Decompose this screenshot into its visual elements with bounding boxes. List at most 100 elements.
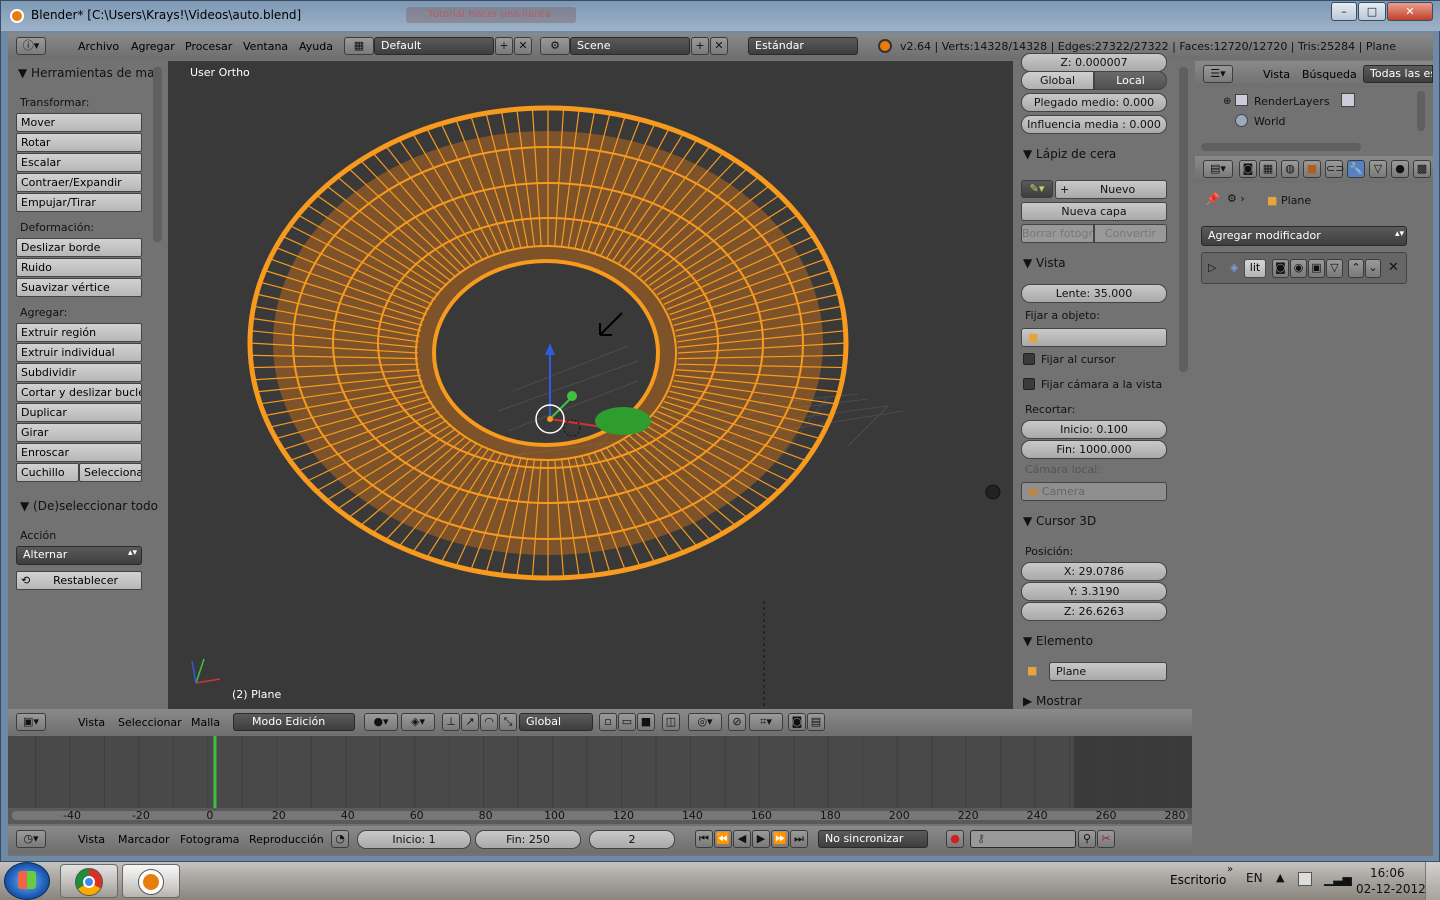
tab-constraints-icon[interactable]: ⊂⊃ [1325,160,1344,178]
timeline[interactable]: -40 -20 0 20 40 60 80 100 120 140 160 180 200 220 240 2… [8,736,1192,824]
tool-mover[interactable]: Mover [16,113,142,132]
tray-up-arrow-icon[interactable]: ▲ [1276,871,1284,884]
plegado-field[interactable]: Plegado medio: 0.000 [1021,93,1167,112]
menu-vista[interactable]: Vista [78,716,105,729]
elemento-name-field[interactable]: Plane [1049,662,1167,681]
menu-malla[interactable]: Malla [191,716,220,729]
cursor-x-field[interactable]: X: 29.0786 [1021,562,1167,581]
tab-texture-icon[interactable]: ▩ [1413,160,1431,178]
tool-escalar[interactable]: Escalar [16,153,142,172]
reset-button[interactable]: ⟲ Restablecer [16,571,142,590]
title-bar[interactable]: Blender* [C:\Users\Krays!\Videos\auto.bl… [1,1,1440,31]
tab-world-icon[interactable]: ◍ [1281,160,1299,178]
timeline-scrollbar[interactable] [12,811,1188,820]
sync-mode-select[interactable]: No sincronizar [818,830,928,848]
panel-cursor-header[interactable]: ▼ Cursor 3D [1023,514,1096,528]
modifier-render-toggle[interactable]: ◙ [1272,259,1289,278]
tab-modifiers-icon[interactable]: 🔧 [1347,160,1365,178]
clock-date[interactable]: 02-12-2012 [1356,882,1426,896]
panel-vista-header[interactable]: ▼ Vista [1023,256,1066,270]
panel-elemento-header[interactable]: ▼ Elemento [1023,634,1093,648]
desktop-label[interactable]: Escritorio [1170,873,1226,887]
fijar-objeto-field[interactable]: ■ [1021,328,1167,347]
scene-field[interactable]: Scene [570,37,690,55]
maximize-button[interactable]: □ [1358,2,1386,21]
snap-element-button[interactable]: ⌗▾ [749,713,783,731]
taskbar-chrome[interactable] [60,864,118,898]
convertir-button[interactable]: Convertir [1094,224,1167,243]
borrar-fotograma-button[interactable]: Borrar fotogra [1021,224,1094,243]
face-select-button[interactable]: ■ [637,713,655,731]
global-toggle[interactable]: Global [1021,71,1094,90]
tool-contraer[interactable]: Contraer/Expandir [16,173,142,192]
remove-screen-button[interactable]: ✕ [514,37,532,55]
cursor-z-field[interactable]: Z: 26.6263 [1021,602,1167,621]
tool-girar[interactable]: Girar [16,423,142,442]
tab-render-icon[interactable]: ◙ [1239,160,1257,178]
pivot-button[interactable]: ◈▾ [401,713,435,731]
editor-type-properties-button[interactable]: ▤▾ [1203,160,1233,178]
timeline-menu-reproduccion[interactable]: Reproducción [249,833,324,846]
camara-local-field[interactable]: ■ Camera [1021,482,1167,501]
language-indicator[interactable]: EN [1246,871,1263,885]
tool-duplicar[interactable]: Duplicar [16,403,142,422]
tool-loop-cut[interactable]: Cortar y deslizar bucle [16,383,142,402]
render-layers-toggle-icon[interactable] [1341,93,1355,107]
close-button[interactable]: ✕ [1387,2,1433,21]
toolshelf-scrollbar[interactable] [153,67,162,242]
play-button[interactable]: ▶ [752,830,770,848]
new-gp-button[interactable]: + Nuevo [1055,180,1167,199]
outliner-vscroll[interactable] [1417,91,1425,131]
proportional-button[interactable]: ◎▾ [688,713,722,731]
jump-key-back-button[interactable]: ⏪ [714,830,732,848]
show-desktop-button[interactable] [1425,862,1440,900]
render-engine-select[interactable]: Estándar [748,37,858,55]
remove-scene-button[interactable]: ✕ [710,37,728,55]
npanel-scrollbar[interactable] [1179,67,1188,372]
tool-enroscar[interactable]: Enroscar [16,443,142,462]
modifier-viewport-toggle[interactable]: ◉ [1290,259,1307,278]
jump-end-button[interactable]: ⏭ [790,830,808,848]
tab-material-icon[interactable]: ● [1391,160,1409,178]
current-frame-field[interactable]: 2 [589,830,675,849]
tool-deslizar-borde[interactable]: Deslizar borde [16,238,142,257]
expand-modifier-icon[interactable]: ▷ [1208,261,1216,274]
taskbar-blender[interactable] [122,864,180,898]
nueva-capa-button[interactable]: Nueva capa [1021,202,1167,221]
accion-select[interactable]: Alternar [16,546,142,565]
occlude-button[interactable]: ◫ [662,713,680,731]
tool-suavizar[interactable]: Suavizar vértice [16,278,142,297]
panel-mostrar-header[interactable]: ▶ Mostrar [1023,694,1082,708]
add-scene-button[interactable]: + [691,37,709,55]
outliner-item-renderlayers[interactable]: RenderLayers [1254,95,1330,108]
snap-toggle[interactable]: ⊘ [728,713,746,731]
menu-seleccionar[interactable]: Seleccionar [118,716,182,729]
modifier-editmode-toggle[interactable]: ▣ [1308,259,1325,278]
menu-procesar[interactable]: Procesar [185,40,232,53]
vertex-select-button[interactable]: ▫ [599,713,617,731]
tool-subdividir[interactable]: Subdividir [16,363,142,382]
clip-start-field[interactable]: Inicio: 0.100 [1021,420,1167,439]
lente-field[interactable]: Lente: 35.000 [1021,284,1167,303]
tool-extruir-region[interactable]: Extruir región [16,323,142,342]
tool-seleccionar[interactable]: Seleccionar [79,463,142,482]
timeline-menu-fotograma[interactable]: Fotograma [180,833,239,846]
editor-type-info-button[interactable]: ⓘ▾ [16,37,46,55]
modifier-move-down-button[interactable]: ⌄ [1365,259,1381,278]
frame-start-field[interactable]: Inicio: 1 [357,830,471,849]
render-button[interactable]: ◙ [788,713,806,731]
editor-type-3d-button[interactable]: ▣▾ [16,713,46,731]
clock-time[interactable]: 16:06 [1370,866,1405,880]
tab-object-icon[interactable]: ■ [1303,160,1321,178]
delete-keyframe-button[interactable]: ✂ [1097,830,1115,848]
insert-keyframe-button[interactable]: ⚲ [1078,830,1096,848]
chevron-icon[interactable]: » [1227,864,1233,875]
add-screen-button[interactable]: + [495,37,513,55]
frame-end-field[interactable]: Fin: 250 [475,830,581,849]
timeline-menu-marcador[interactable]: Marcador [118,833,170,846]
outliner-item-world[interactable]: World [1254,115,1286,128]
pin-icon[interactable]: 📌 [1205,192,1220,206]
editor-type-outliner-button[interactable]: ☰▾ [1203,65,1233,83]
network-icon[interactable] [1298,872,1312,886]
pencil-icon[interactable]: ✎▾ [1021,180,1053,198]
